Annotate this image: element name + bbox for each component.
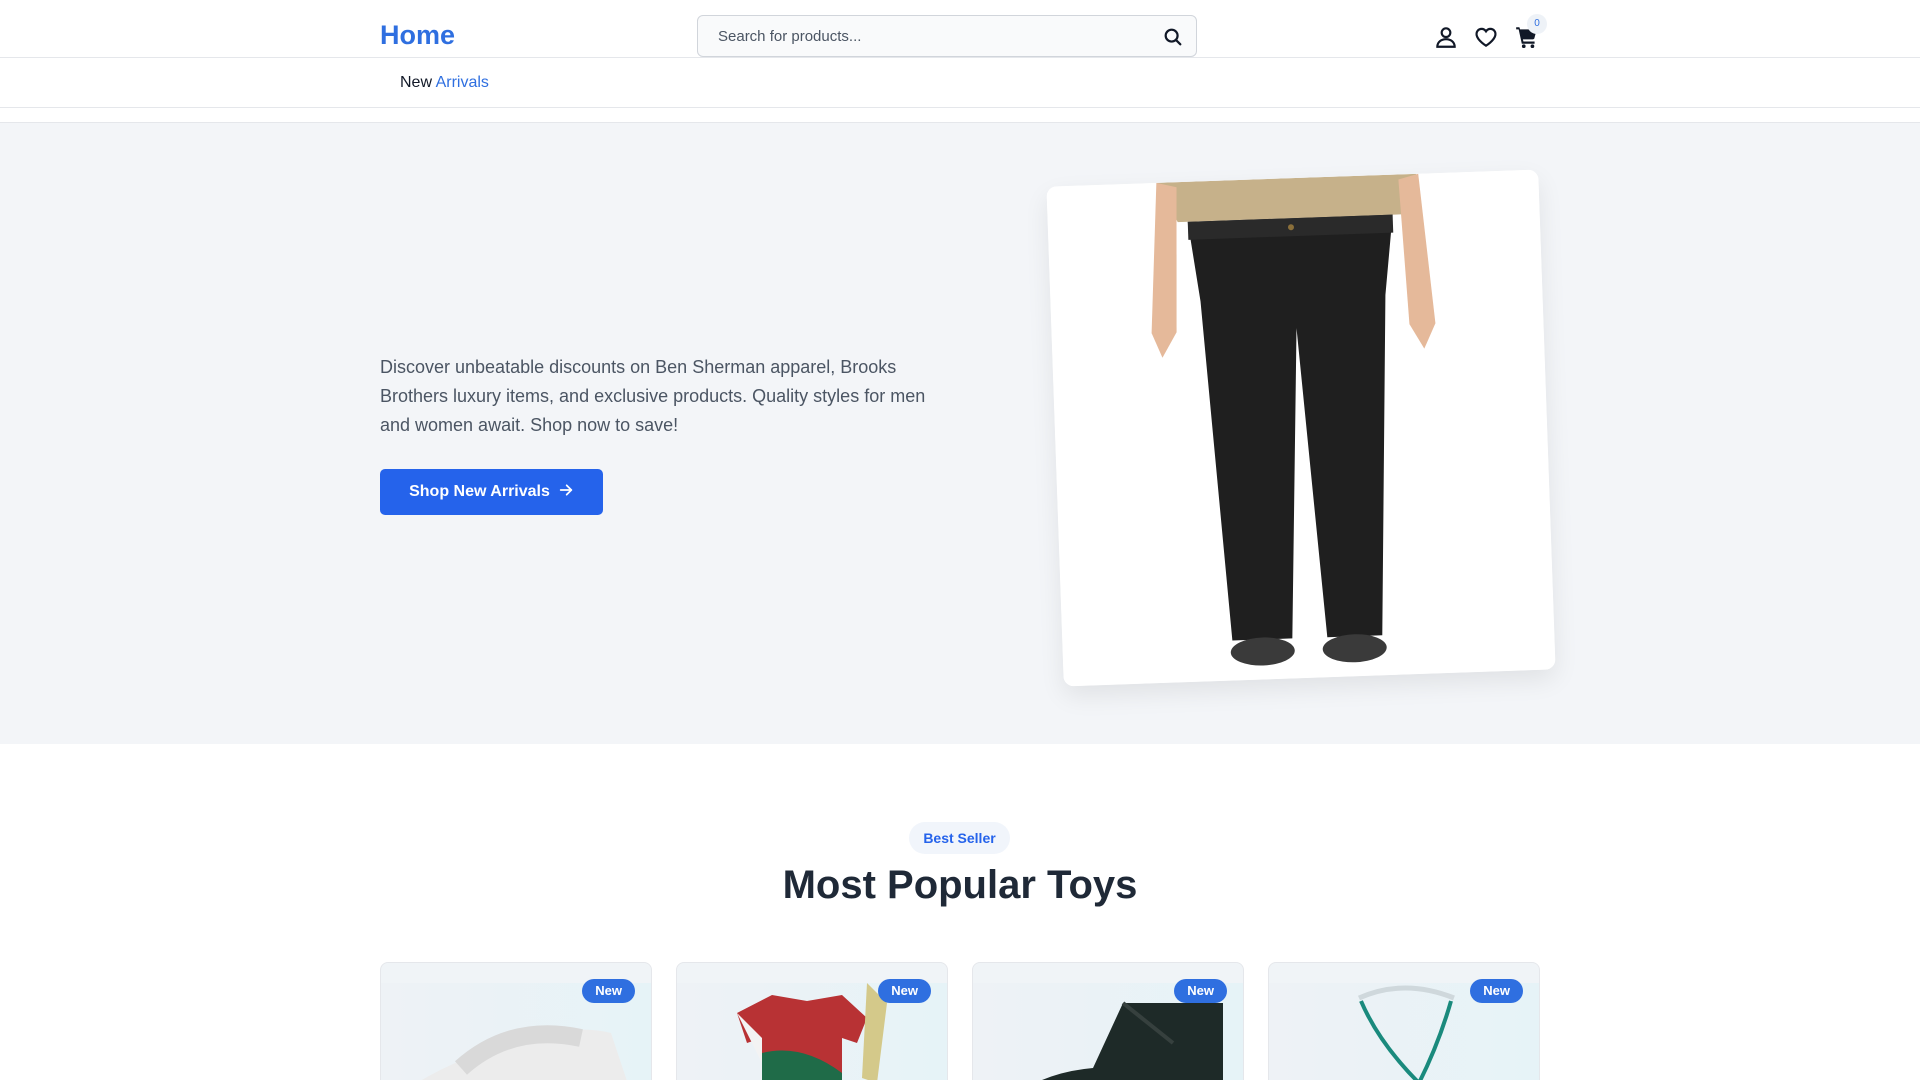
sub-divider: [0, 109, 1920, 123]
product-card[interactable]: New: [676, 962, 948, 1080]
arrow-right-icon: [558, 482, 574, 503]
section-title: Most Popular Toys: [782, 863, 1138, 907]
nav-link-accent: Arrivals: [435, 74, 489, 91]
product-card[interactable]: New: [1268, 962, 1540, 1080]
product-card[interactable]: New: [380, 962, 652, 1080]
product-card[interactable]: New: [972, 962, 1244, 1080]
new-badge: New: [582, 979, 635, 1003]
site-header: Home 0: [0, 0, 1920, 58]
hero-product-image[interactable]: [1046, 169, 1556, 687]
search-input[interactable]: [698, 16, 1148, 56]
cart-count-badge: 0: [1527, 14, 1547, 34]
trousers-image: [1046, 169, 1556, 687]
heart-icon[interactable]: [1473, 24, 1499, 50]
new-badge: New: [878, 979, 931, 1003]
search-bar: [697, 15, 1197, 57]
shop-new-arrivals-button[interactable]: Shop New Arrivals: [380, 469, 603, 515]
shop-new-arrivals-label: Shop New Arrivals: [409, 483, 550, 500]
nav-new-arrivals-link[interactable]: New Arrivals: [400, 74, 489, 92]
logo-home-link[interactable]: Home: [380, 20, 455, 51]
hero-section: Discover unbeatable discounts on Ben She…: [0, 123, 1920, 744]
new-badge: New: [1174, 979, 1227, 1003]
main-nav: New Arrivals: [0, 59, 1920, 108]
search-icon[interactable]: [1162, 26, 1184, 48]
user-icon[interactable]: [1433, 24, 1459, 50]
nav-link-prefix: New: [400, 74, 433, 91]
best-seller-pill: Best Seller: [909, 822, 1010, 854]
new-badge: New: [1470, 979, 1523, 1003]
hero-description: Discover unbeatable discounts on Ben She…: [380, 357, 926, 435]
